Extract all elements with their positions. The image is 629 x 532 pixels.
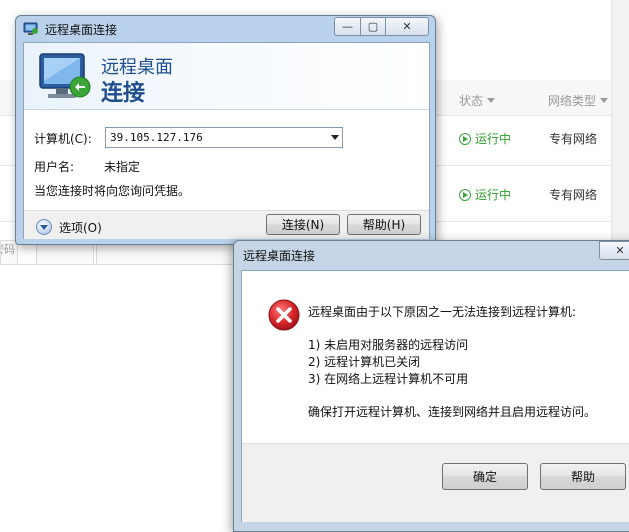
sort-arrow-icon (487, 98, 496, 103)
status-text: 运行中 (475, 132, 512, 146)
computer-label: 计算机(C): (34, 132, 92, 146)
network-type-cell: 专有网络 (549, 132, 598, 146)
reason-item: 3) 在网络上远程计算机不可用 (308, 372, 469, 386)
rdp-monitor-icon (23, 22, 38, 35)
reason-item: 1) 未启用对服务器的远程访问 (308, 338, 469, 352)
ok-button[interactable]: 确定 (442, 463, 528, 490)
running-status-icon (459, 188, 471, 201)
expand-options-icon[interactable] (36, 219, 52, 235)
column-status[interactable]: 状态 (459, 92, 496, 109)
dropdown-arrow-icon[interactable] (328, 129, 342, 146)
rdp-connection-dialog: 远程桌面连接 — ▢ ✕ 远程桌面 连接 计算机(C): 39.105.127.… (15, 15, 436, 245)
error-x-icon (268, 299, 300, 331)
rdp-monitor-icon (39, 53, 91, 98)
computer-value[interactable]: 39.105.127.176 (106, 131, 328, 144)
close-button[interactable]: ✕ (599, 241, 629, 260)
computer-combobox[interactable]: 39.105.127.176 (105, 127, 343, 148)
banner: 远程桌面 连接 (24, 43, 429, 110)
status-running: 运行中 (459, 130, 511, 147)
reason-item: 2) 远程计算机已关闭 (308, 355, 421, 369)
dialog-footer: 选项(O) 连接(N) 帮助(H) (24, 210, 429, 239)
status-running: 运行中 (459, 186, 511, 203)
help-button[interactable]: 帮助(H) (347, 214, 421, 235)
username-label: 用户名: (34, 160, 75, 174)
running-status-icon (459, 132, 471, 145)
banner-title-line2: 连接 (101, 81, 146, 106)
dialog-body: 远程桌面由于以下原因之一无法连接到远程计算机: 1) 未启用对服务器的远程访问 … (241, 270, 629, 522)
maximize-button[interactable]: ▢ (361, 17, 386, 36)
sort-arrow-icon (600, 98, 609, 103)
dialog-footer: 确定 帮助 (242, 443, 629, 522)
title-bar[interactable]: 远程桌面连接 (23, 19, 345, 39)
connect-button[interactable]: 连接(N) (266, 214, 340, 235)
caption-buttons: — ▢ ✕ (334, 17, 429, 36)
column-status-label: 状态 (459, 94, 484, 108)
dialog-body: 远程桌面 连接 计算机(C): 39.105.127.176 用户名: 未指定 … (23, 42, 430, 239)
error-message: 远程桌面由于以下原因之一无法连接到远程计算机: (308, 305, 577, 319)
credential-note: 当您连接时将向您询问凭据。 (34, 184, 191, 198)
error-dialog: 远程桌面连接 ✕ 远程桌面由于以下原因之一无法连接到远程计算机: 1) 未启用对… (233, 240, 629, 532)
status-text: 运行中 (475, 188, 512, 202)
username-value: 未指定 (104, 160, 141, 174)
help-button[interactable]: 帮助 (540, 463, 626, 490)
network-type-cell: 专有网络 (549, 188, 598, 202)
window-title: 远程桌面连接 (45, 22, 118, 37)
close-button[interactable]: ✕ (386, 17, 429, 36)
options-toggle[interactable]: 选项(O) (59, 219, 102, 236)
advice-text: 确保打开远程计算机、连接到网络并且启用远程访问。 (308, 405, 597, 419)
column-network-type[interactable]: 网络类型 (548, 92, 609, 109)
tab-fragment-label: 密码 (1, 243, 15, 256)
minimize-button[interactable]: — (334, 17, 361, 36)
window-title: 远程桌面连接 (243, 249, 316, 263)
column-network-label: 网络类型 (548, 94, 597, 108)
